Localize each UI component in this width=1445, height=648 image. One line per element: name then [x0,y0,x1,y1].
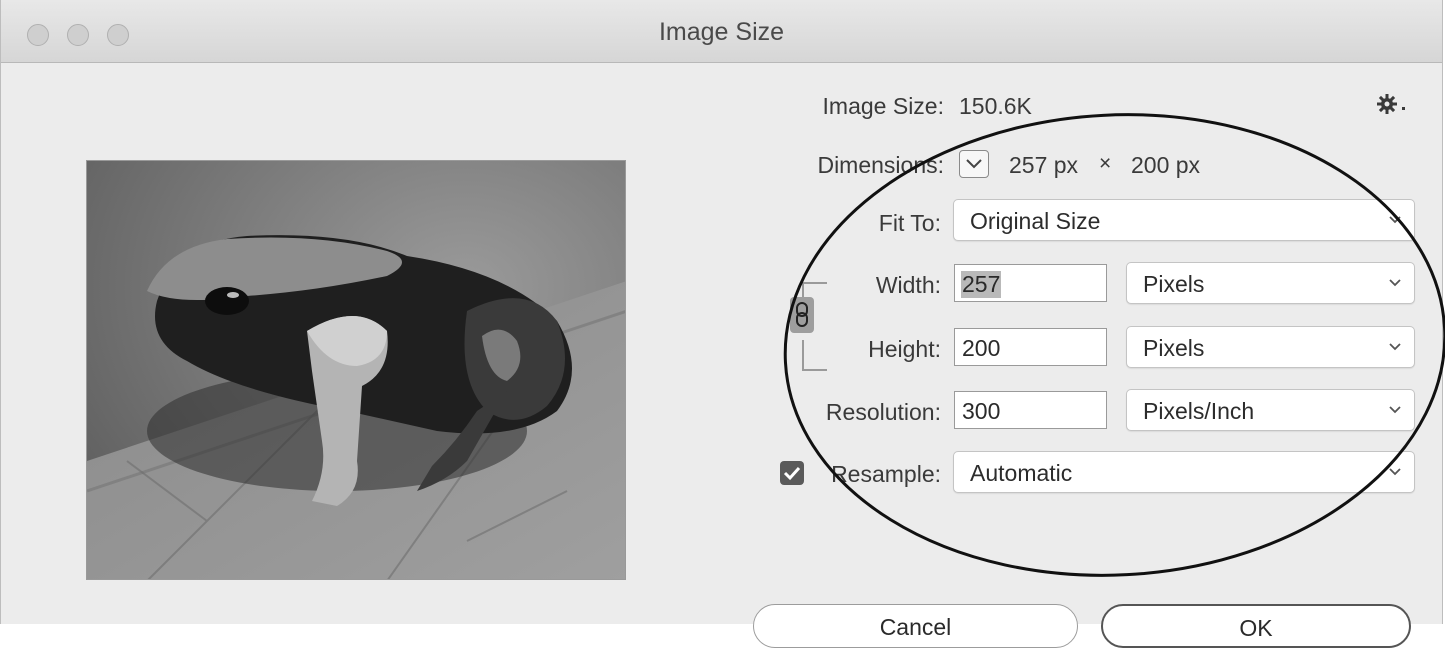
frog-photo [87,161,625,579]
cancel-button[interactable]: Cancel [753,604,1078,648]
image-preview[interactable] [86,160,626,580]
ok-button[interactable]: OK [1101,604,1411,648]
window-title: Image Size [658,18,785,46]
cancel-button-label: Cancel [879,614,952,640]
annotation-ellipse [783,113,1445,577]
ok-button-label: OK [1239,615,1273,641]
image-size-dialog: Image Size Image Size: 150.6K Dimensions… [0,0,1445,648]
title-bar: Image Size [1,0,1442,63]
